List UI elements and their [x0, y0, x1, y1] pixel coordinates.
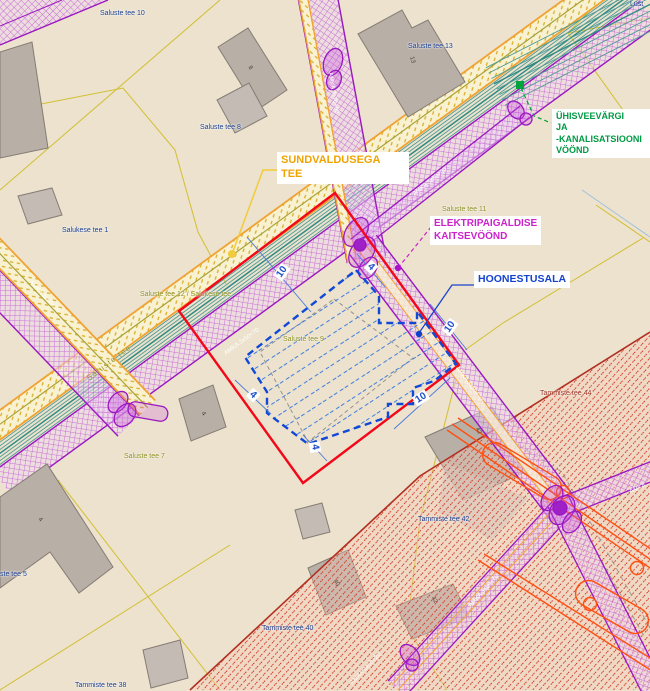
map-canvas[interactable]: Saluste tee 10 Saluste tee 13 Saluste te… [0, 0, 650, 691]
cable-anchor-dot [395, 265, 401, 271]
road-anchor-dot [228, 250, 236, 258]
area-anchor-dot [416, 331, 422, 337]
map-drawing [0, 0, 650, 691]
water-anchor-dot [516, 81, 524, 89]
